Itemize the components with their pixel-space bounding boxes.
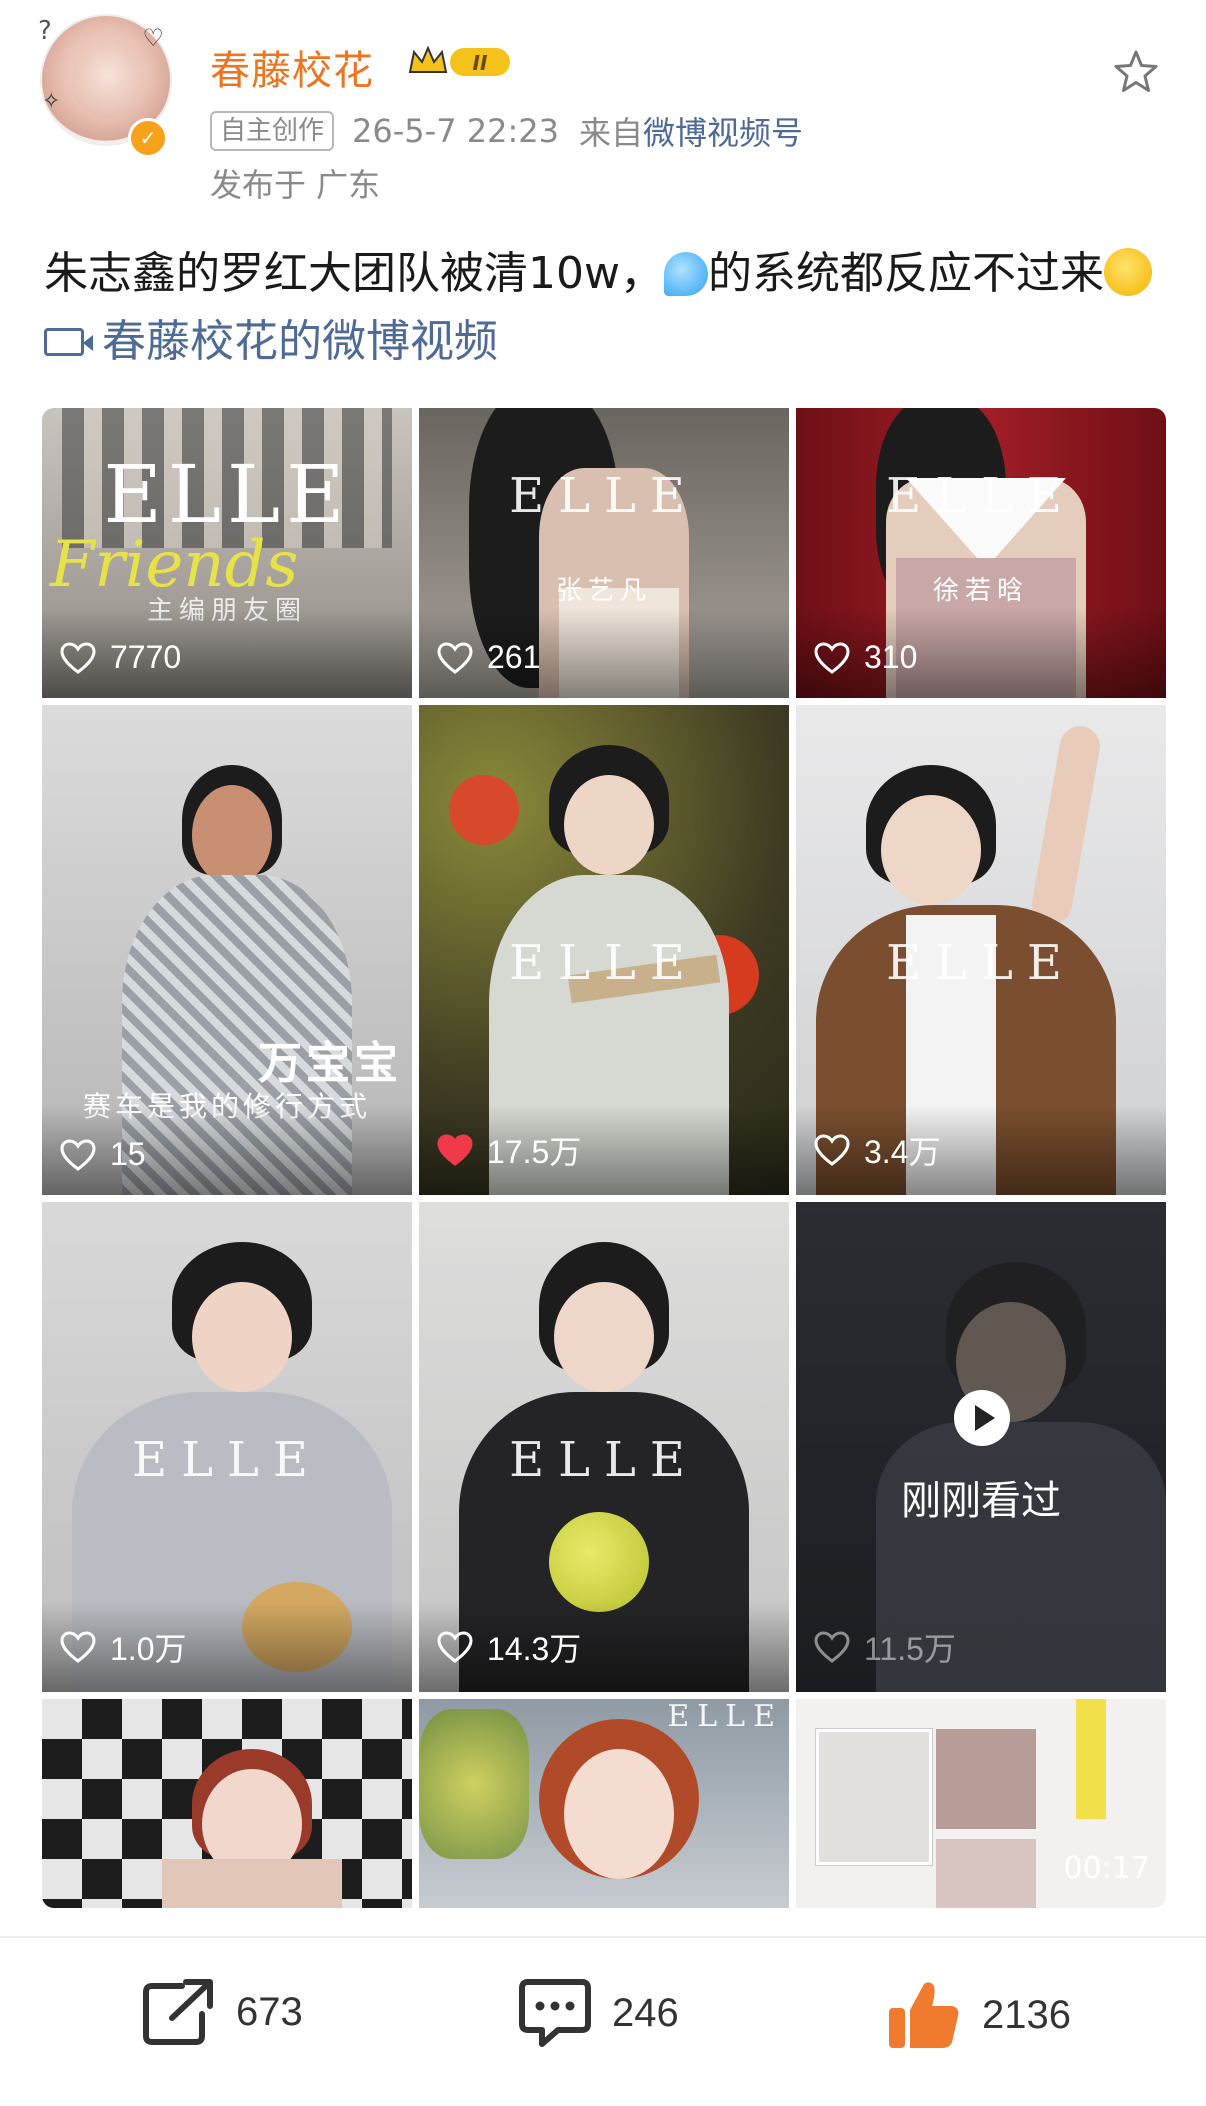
star-icon[interactable] bbox=[1112, 48, 1160, 96]
heart-doodle-icon: ♡ bbox=[142, 24, 164, 52]
post-text-part1: 朱志鑫的罗红大团队被清10w， bbox=[44, 248, 664, 299]
heart-icon bbox=[437, 1631, 473, 1663]
elle-logo: ELLE bbox=[667, 1699, 783, 1734]
heart-icon bbox=[437, 641, 473, 674]
video-link[interactable]: 春藤校花的微博视频 bbox=[44, 316, 498, 367]
video-camera-icon bbox=[44, 328, 93, 356]
like-count: 11.5万 bbox=[814, 1624, 956, 1670]
like-count: 310 bbox=[814, 639, 917, 676]
heart-icon bbox=[60, 1138, 96, 1171]
elle-logo: ELLE bbox=[509, 1432, 699, 1488]
post-time: 26-5-7 22:23 bbox=[352, 112, 559, 150]
like-total: 2136 bbox=[982, 1992, 1071, 2037]
username[interactable]: 春藤校花 bbox=[210, 38, 374, 96]
comment-icon bbox=[519, 1979, 591, 2047]
avatar-image bbox=[72, 46, 144, 118]
post-text-part2: 的系统都反应不过来 bbox=[707, 248, 1104, 299]
video-duration: 00:17 bbox=[1063, 1851, 1150, 1886]
heart-liked-icon bbox=[437, 1134, 473, 1166]
video-tile-7[interactable]: ELLE 1.0万 bbox=[42, 1202, 412, 1692]
like-count: 261 bbox=[437, 639, 540, 676]
thumbs-up-icon bbox=[889, 1982, 959, 2048]
post-meta: 自主创作 26-5-7 22:23 来自 微博视频号 bbox=[210, 108, 803, 154]
like-button[interactable]: 2136 bbox=[886, 1978, 1071, 2052]
play-icon[interactable] bbox=[954, 1390, 1010, 1446]
tile-caption: 徐若晗 bbox=[932, 576, 1029, 606]
video-tile-9[interactable]: 刚刚看过 11.5万 bbox=[796, 1202, 1166, 1692]
post-location: 发布于 广东 bbox=[210, 166, 381, 204]
tile-caption: 张艺凡 bbox=[555, 576, 652, 606]
heart-icon bbox=[814, 641, 850, 674]
heart-icon bbox=[814, 1631, 850, 1663]
source-prefix: 来自 bbox=[578, 114, 643, 152]
elle-logo: ELLE bbox=[509, 468, 699, 524]
elle-logo: ELLE bbox=[886, 935, 1076, 991]
comment-count: 246 bbox=[612, 1990, 679, 2035]
heart-icon bbox=[814, 1134, 850, 1166]
laughing-emoji-icon bbox=[1103, 248, 1152, 296]
level-text: II bbox=[473, 51, 488, 75]
original-tag: 自主创作 bbox=[210, 111, 335, 151]
like-count: 14.3万 bbox=[437, 1624, 581, 1670]
video-tile-3[interactable]: ELLE 徐若晗 310 bbox=[796, 408, 1166, 698]
like-count: 15 bbox=[60, 1136, 146, 1173]
sparkle-icon: ✧ bbox=[42, 89, 61, 114]
sweat-emoji-icon bbox=[663, 252, 708, 296]
video-tile-8[interactable]: ELLE 14.3万 bbox=[419, 1202, 789, 1692]
repost-icon bbox=[143, 1979, 213, 2045]
elle-logo: ELLE bbox=[132, 1432, 322, 1488]
like-count: 3.4万 bbox=[814, 1127, 941, 1173]
like-count: 17.5万 bbox=[437, 1127, 581, 1173]
repost-count: 673 bbox=[236, 1989, 303, 2034]
video-tile-10[interactable] bbox=[42, 1699, 412, 1908]
video-tile-5[interactable]: ELLE 17.5万 bbox=[419, 705, 789, 1195]
like-count: 1.0万 bbox=[60, 1624, 187, 1670]
elle-logo: ELLE bbox=[509, 935, 699, 991]
video-tile-11[interactable]: ELLE bbox=[419, 1699, 789, 1908]
like-count: 7770 bbox=[60, 639, 181, 676]
comment-button[interactable]: 246 bbox=[518, 1978, 679, 2048]
video-tile-6[interactable]: ELLE 3.4万 bbox=[796, 705, 1166, 1195]
video-tile-2[interactable]: ELLE 张艺凡 261 bbox=[419, 408, 789, 698]
member-level-badge[interactable]: II bbox=[406, 42, 514, 82]
repost-button[interactable]: 673 bbox=[142, 1978, 303, 2046]
video-grid: ELLE Friends 主编朋友圈 7770 ELLE 张艺凡 261 ELL… bbox=[42, 408, 1166, 1908]
recently-watched-label: 刚刚看过 bbox=[901, 1478, 1061, 1524]
divider bbox=[0, 1936, 1206, 1938]
post-text: 朱志鑫的罗红大团队被清10w， 的系统都反应不过来 春藤校花的微博视频 bbox=[44, 240, 1174, 376]
video-tile-1[interactable]: ELLE Friends 主编朋友圈 7770 bbox=[42, 408, 412, 698]
doodle-icon: ? bbox=[38, 16, 52, 46]
source-link[interactable]: 微博视频号 bbox=[643, 108, 803, 154]
video-tile-4[interactable]: 万宝宝 赛车是我的修行方式 15 bbox=[42, 705, 412, 1195]
heart-icon bbox=[60, 641, 96, 674]
tile-title: 万宝宝 bbox=[258, 1038, 402, 1089]
elle-logo: ELLE bbox=[886, 468, 1076, 524]
video-tile-12[interactable]: 00:17 bbox=[796, 1699, 1166, 1908]
verified-badge-icon: ✓ bbox=[128, 118, 168, 158]
video-link-text: 春藤校花的微博视频 bbox=[102, 316, 498, 367]
heart-icon bbox=[60, 1631, 96, 1663]
